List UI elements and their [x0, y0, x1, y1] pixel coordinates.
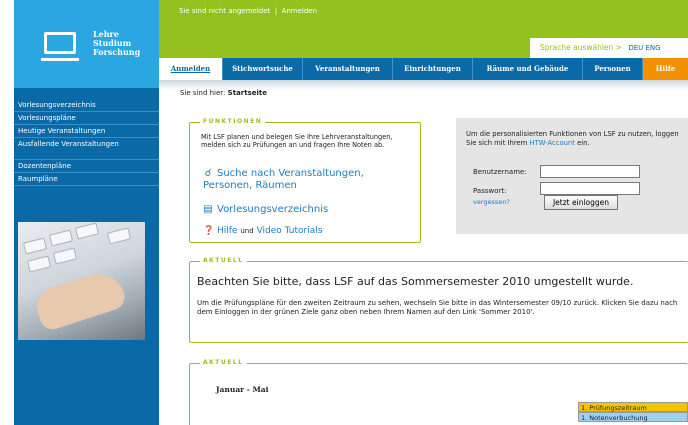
top-bar: Sie sind nicht angemeldet | Anmelden Spr…	[159, 0, 688, 58]
tab-anmelden[interactable]: Anmelden	[159, 58, 223, 80]
news-title-2: AKTUELL	[200, 359, 247, 366]
document-icon: ▤	[203, 204, 213, 215]
help-links: ❓ Hilfe und Video Tutorials	[203, 226, 322, 236]
sidebar-item-heutige-veranstaltungen[interactable]: Heutige Veranstaltungen	[14, 125, 159, 138]
search-link-text: Suche nach Veranstaltungen, Personen, Rä…	[203, 168, 364, 191]
vorlesungsverzeichnis-link[interactable]: ▤ Vorlesungsverzeichnis	[203, 204, 328, 215]
keyboard-photo	[18, 222, 145, 340]
language-label: Sprache auswählen >	[540, 43, 622, 52]
separator: |	[274, 7, 278, 15]
news-title: AKTUELL	[200, 257, 247, 264]
sidebar-item-vorlesungsplaene[interactable]: Vorlesungspläne	[14, 112, 159, 125]
sidebar-item-ausfallende-veranstaltungen[interactable]: Ausfallende Veranstaltungen	[14, 138, 159, 160]
login-button[interactable]: Jetzt einloggen	[544, 195, 618, 210]
language-selector: Sprache auswählen > DEU ENG	[530, 38, 688, 58]
vorlesungsverzeichnis-link-text: Vorlesungsverzeichnis	[217, 204, 329, 215]
logo-line: Forschung	[93, 47, 141, 57]
functions-title: FUNKTIONEN	[200, 118, 266, 125]
functions-description: Mit LSF planen und belegen Sie Ihre Lehr…	[201, 133, 393, 149]
breadcrumb-prefix: Sie sind hier:	[180, 89, 226, 97]
tab-personen[interactable]: Personen	[583, 58, 643, 80]
sidebar-item-vorlesungsverzeichnis[interactable]: Vorlesungsverzeichnis	[14, 99, 159, 112]
legend-notenverbuchung: 1. Notenverbuchung	[578, 412, 688, 422]
legend-pruefungszeitraum: 1. Prüfungszeitraum	[578, 402, 688, 412]
login-link[interactable]: Anmelden	[282, 7, 317, 15]
news-body: Um die Prüfungspläne für den zweiten Zei…	[197, 299, 678, 316]
breadcrumb: Sie sind hier: Startseite	[180, 89, 267, 97]
login-intro-end: ein.	[577, 138, 590, 147]
sidebar-item-dozentenplaene[interactable]: Dozentenpläne	[14, 160, 159, 173]
logo[interactable]: Lehre Studium Forschung	[14, 0, 159, 88]
help-icon: ❓	[203, 226, 215, 236]
password-label: Passwort:	[473, 187, 507, 195]
sidebar: Lehre Studium Forschung Vorlesungsverzei…	[14, 0, 159, 425]
password-field[interactable]	[540, 182, 640, 195]
language-codes[interactable]: DEU ENG	[628, 44, 660, 52]
sidebar-nav: Vorlesungsverzeichnis Vorlesungspläne He…	[14, 99, 159, 186]
login-status-text: Sie sind nicht angemeldet	[179, 7, 271, 15]
htw-account-link[interactable]: HTW-Account	[529, 139, 574, 147]
tab-raeume-und-gebaeude[interactable]: Räume und Gebäude	[473, 58, 583, 80]
login-status: Sie sind nicht angemeldet | Anmelden	[179, 7, 317, 15]
login-intro: Um die personalisierten Funktionen von L…	[466, 130, 686, 147]
login-box: Um die personalisierten Funktionen von L…	[456, 118, 688, 234]
search-icon: ☌	[204, 168, 212, 179]
calendar-month: Januar - Mai	[216, 385, 269, 394]
breadcrumb-current: Startseite	[227, 89, 267, 97]
tab-einrichtungen[interactable]: Einrichtungen	[393, 58, 473, 80]
hand-image	[31, 267, 129, 333]
logo-text: Lehre Studium Forschung	[93, 30, 140, 57]
calendar-legend: 1. Prüfungszeitraum 1. Notenverbuchung	[578, 402, 688, 422]
functions-box: FUNKTIONEN Mit LSF planen und belegen Si…	[189, 118, 421, 243]
tab-stichwortsuche[interactable]: Stichwortsuche	[223, 58, 303, 80]
username-label: Benutzername:	[473, 168, 527, 176]
sidebar-item-raumplaene[interactable]: Raumpläne	[14, 173, 159, 186]
und-text: und	[240, 227, 254, 235]
video-tutorials-link[interactable]: Video Tutorials	[257, 226, 323, 236]
news-box: AKTUELL Beachten Sie bitte, dass LSF auf…	[189, 257, 688, 343]
main-tabs: Anmelden Stichwortsuche Veranstaltungen …	[159, 58, 688, 80]
help-link[interactable]: Hilfe	[217, 226, 237, 236]
username-field[interactable]	[540, 165, 640, 178]
tab-veranstaltungen[interactable]: Veranstaltungen	[303, 58, 393, 80]
monitor-icon	[41, 32, 79, 61]
news-headline: Beachten Sie bitte, dass LSF auf das Som…	[197, 275, 634, 288]
tab-hilfe[interactable]: Hilfe	[643, 58, 688, 80]
forgot-password-link[interactable]: vergessen?	[473, 198, 510, 206]
search-link[interactable]: ☌ Suche nach Veranstaltungen, Personen, R…	[203, 168, 413, 192]
